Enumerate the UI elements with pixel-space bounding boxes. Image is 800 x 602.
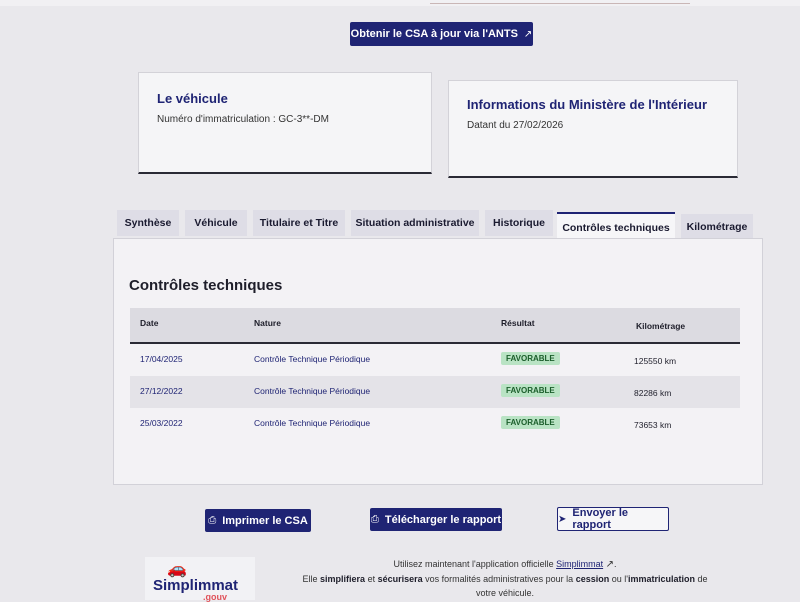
tab-synthese[interactable]: Synthèse [117, 210, 179, 236]
printer-icon: ⎙ [370, 514, 379, 525]
row-nature: Contrôle Technique Périodique [254, 418, 371, 428]
promo-line-3: votre véhicule. [475, 588, 535, 598]
promo-text-bold: cession [575, 574, 610, 584]
promo-line-1: Utilisez maintenant l'application offici… [270, 557, 740, 572]
promo-text-part: de [694, 574, 708, 584]
tab-label: Historique [493, 217, 545, 229]
tab-historique[interactable]: Historique [485, 210, 553, 236]
send-report-label: Envoyer le rapport [572, 507, 629, 531]
external-link-icon: ↗ [605, 559, 615, 570]
tab-situation-administrative[interactable]: Situation administrative [351, 210, 479, 236]
row-km: 73653 km [634, 420, 672, 430]
registration-number: Numéro d'immatriculation : GC-3**-DM [157, 114, 329, 125]
ants-csa-button-label: Obtenir le CSA à jour via l'ANTS [350, 28, 518, 40]
promo-text-part: ou l' [609, 574, 628, 584]
tab-label: Titulaire et Titre [259, 217, 339, 229]
status-badge: FAVORABLE [501, 352, 560, 365]
tab-label: Situation administrative [355, 217, 475, 229]
simplimmat-logo[interactable]: 🚗 Simplimmat .gouv [145, 557, 255, 602]
promo-text-bold: immatriculation [627, 574, 695, 584]
row-nature: Contrôle Technique Périodique [254, 386, 371, 396]
column-header-nature: Nature [254, 318, 281, 328]
top-strip [0, 0, 800, 6]
logo-gouv-text: .gouv [203, 592, 227, 602]
print-csa-button[interactable]: ⎙ Imprimer le CSA [205, 509, 311, 532]
printer-icon: ⎙ [208, 515, 217, 526]
external-link-icon: ↗ [523, 28, 533, 40]
promo-text-bold: simplifiera [320, 574, 366, 584]
simplimmat-link[interactable]: Simplimmat [556, 559, 603, 569]
tab-kilometrage[interactable]: Kilométrage [681, 214, 753, 240]
promo-text-part: Elle [302, 574, 321, 584]
promo-text-part: . [614, 559, 617, 569]
tab-label: Véhicule [194, 217, 238, 229]
row-date: 25/03/2022 [140, 418, 183, 428]
column-header-result: Résultat [501, 318, 535, 328]
ministry-card: Informations du Ministère de l'Intérieur… [448, 80, 738, 178]
row-nature: Contrôle Technique Périodique [254, 354, 371, 364]
table-row: 27/12/2022 Contrôle Technique Périodique… [130, 376, 740, 408]
send-report-button[interactable]: ➤ Envoyer le rapport [557, 507, 669, 531]
row-date: 17/04/2025 [140, 354, 183, 364]
promo-text-part: et [365, 574, 378, 584]
status-badge: FAVORABLE [501, 384, 560, 397]
row-date: 27/12/2022 [140, 386, 183, 396]
promo-line-2: Elle simplifiera et sécurisera vos forma… [270, 572, 740, 586]
send-arrow-icon: ➤ [558, 513, 567, 525]
ministry-card-title: Informations du Ministère de l'Intérieur [467, 97, 708, 112]
table-row: 25/03/2022 Contrôle Technique Périodique… [130, 408, 740, 440]
ants-csa-button[interactable]: Obtenir le CSA à jour via l'ANTS ↗ [350, 22, 533, 46]
download-report-label: Télécharger le rapport [384, 513, 502, 526]
print-csa-label: Imprimer le CSA [222, 514, 308, 527]
promo-text: Utilisez maintenant l'application offici… [270, 557, 740, 600]
vehicle-card: Le véhicule Numéro d'immatriculation : G… [138, 72, 432, 174]
row-km: 125550 km [634, 356, 677, 366]
tab-titulaire[interactable]: Titulaire et Titre [253, 210, 345, 236]
tab-label: Contrôles techniques [562, 222, 670, 234]
car-icon: 🚗 [167, 561, 187, 578]
tab-label: Synthèse [124, 217, 172, 229]
tab-vehicule[interactable]: Véhicule [185, 210, 247, 236]
row-km: 82286 km [634, 388, 672, 398]
promo-text-part: vos formalités administratives pour la [422, 574, 576, 584]
tab-bar: Synthèse Véhicule Titulaire et Titre Sit… [117, 210, 757, 242]
section-title: Contrôles techniques [129, 277, 283, 294]
column-header-km: Kilométrage [636, 321, 686, 331]
vehicle-card-title: Le véhicule [157, 91, 228, 106]
top-divider [430, 0, 690, 4]
tab-label: Kilométrage [686, 221, 748, 233]
download-report-button[interactable]: ⎙ Télécharger le rapport [370, 508, 502, 531]
promo-text-bold: sécurisera [377, 574, 423, 584]
table-row: 17/04/2025 Contrôle Technique Périodique… [130, 344, 740, 376]
promo-text-part: Utilisez maintenant l'application offici… [393, 559, 557, 569]
table-header: Date Nature Résultat Kilométrage [130, 308, 740, 344]
status-badge: FAVORABLE [501, 416, 560, 429]
column-header-date: Date [140, 318, 159, 328]
ministry-date: Datant du 27/02/2026 [467, 120, 564, 131]
